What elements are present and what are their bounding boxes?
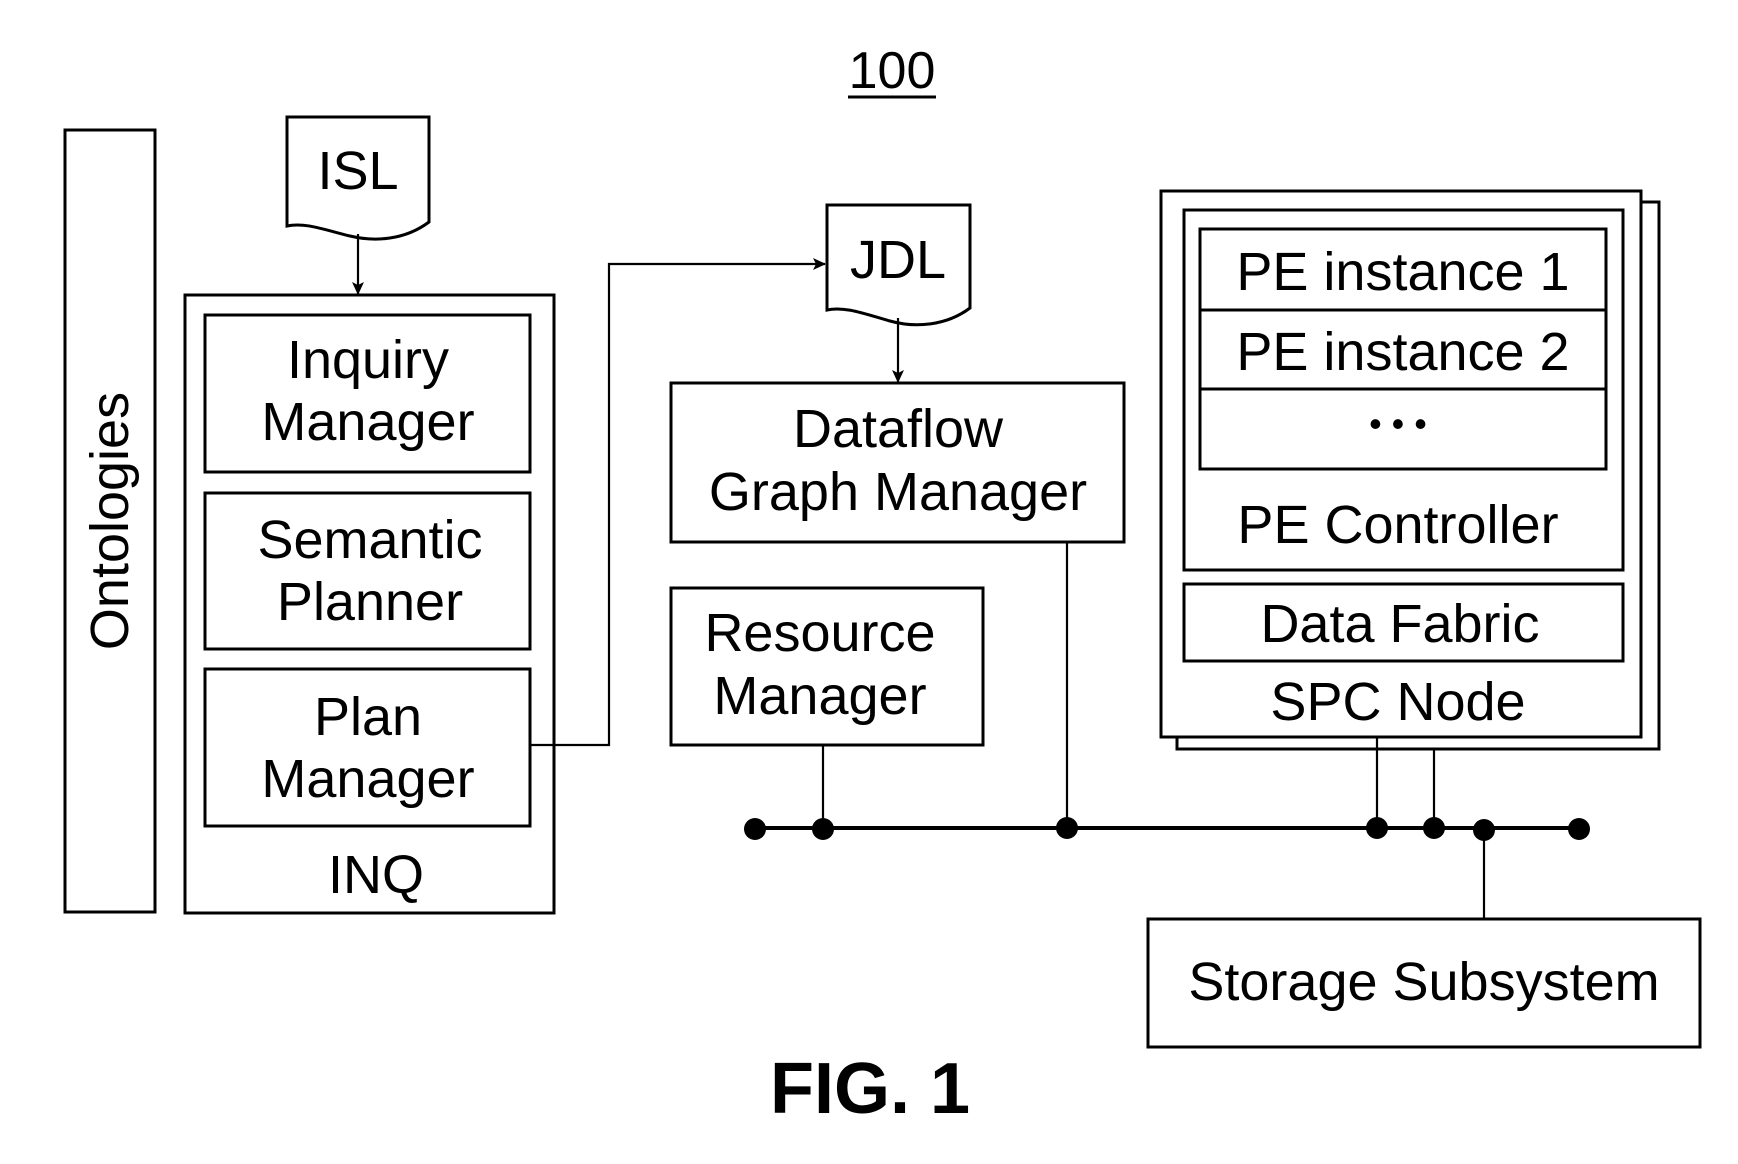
plan-manager-line2: Manager [261, 749, 474, 809]
bus-node-endpoint-left [744, 818, 766, 840]
inquiry-manager-line2: Manager [261, 392, 474, 452]
jdl-label: JDL [850, 230, 946, 290]
resource-manager[interactable]: Resource Manager [669, 586, 985, 747]
bus-node-endpoint-right [1568, 818, 1590, 840]
spc-node-label: SPC Node [1270, 672, 1525, 732]
pe-instance-2-label: PE instance 2 [1236, 322, 1569, 382]
semantic-planner[interactable]: Semantic Planner [203, 491, 532, 651]
ontologies-label: Ontologies [80, 392, 140, 650]
inquiry-manager-line1: Inquiry [287, 330, 449, 390]
reference-number-text: 100 [849, 42, 936, 100]
isl-label: ISL [317, 141, 398, 201]
network-bus [744, 817, 1590, 841]
inquiry-manager[interactable]: Inquiry Manager [203, 313, 532, 474]
plan-manager[interactable]: Plan Manager [203, 667, 532, 828]
inq-label: INQ [328, 845, 424, 905]
spc-node[interactable]: PE instance 1 PE instance 2 • • • PE Con… [1159, 189, 1661, 751]
storage-subsystem[interactable]: Storage Subsystem [1146, 917, 1702, 1049]
architecture-diagram: 100 Ontologies ISL Inquiry Manager Seman… [63, 42, 1702, 1129]
data-fabric-label: Data Fabric [1260, 594, 1539, 654]
plan-manager-line1: Plan [314, 687, 422, 747]
pe-instance-ellipsis: • • • [1369, 403, 1427, 444]
figure-caption: FIG. 1 [770, 1049, 970, 1129]
storage-subsystem-label: Storage Subsystem [1188, 952, 1659, 1012]
bus-node-dataflow [1056, 817, 1078, 839]
resource-manager-line2: Manager [713, 666, 926, 726]
reference-number: 100 [848, 42, 936, 100]
semantic-planner-line2: Planner [277, 572, 463, 632]
dataflow-graph-manager-line2: Graph Manager [709, 462, 1087, 522]
bus-node-spc-2 [1423, 817, 1445, 839]
resource-manager-line1: Resource [704, 603, 935, 663]
semantic-planner-line1: Semantic [257, 510, 482, 570]
dataflow-graph-manager-line1: Dataflow [793, 399, 1004, 459]
bus-node-storage [1473, 819, 1495, 841]
pe-controller[interactable]: PE instance 1 PE instance 2 • • • PE Con… [1182, 208, 1625, 572]
bus-node-resource-manager [812, 818, 834, 840]
dataflow-graph-manager[interactable]: Dataflow Graph Manager [669, 381, 1126, 544]
isl-document[interactable]: ISL [285, 115, 431, 241]
ontologies-block[interactable]: Ontologies [63, 128, 157, 914]
data-fabric[interactable]: Data Fabric [1182, 582, 1625, 663]
inq-block[interactable]: Inquiry Manager Semantic Planner Plan Ma… [183, 293, 556, 915]
bus-node-spc-1 [1366, 817, 1388, 839]
pe-instance-1-label: PE instance 1 [1236, 242, 1569, 302]
pe-controller-label: PE Controller [1237, 495, 1558, 555]
jdl-document[interactable]: JDL [825, 203, 972, 327]
